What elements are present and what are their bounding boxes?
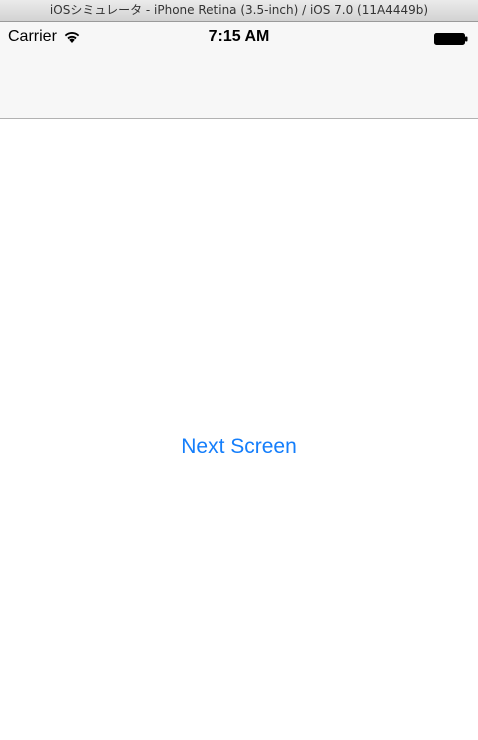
battery-icon [434, 32, 468, 45]
window-title-bar: iOSシミュレータ - iPhone Retina (3.5-inch) / i… [0, 0, 478, 22]
status-time: 7:15 AM [208, 28, 270, 45]
window-title: iOSシミュレータ - iPhone Retina (3.5-inch) / i… [49, 3, 429, 17]
navigation-bar: Carrier 7:15 AM [0, 22, 478, 119]
next-screen-button[interactable]: Next Screen [139, 431, 339, 463]
simulator-window: iOSシミュレータ - iPhone Retina (3.5-inch) / i… [0, 0, 478, 740]
main-content: Next Screen [0, 119, 478, 740]
status-bar: Carrier 7:15 AM [0, 22, 478, 56]
